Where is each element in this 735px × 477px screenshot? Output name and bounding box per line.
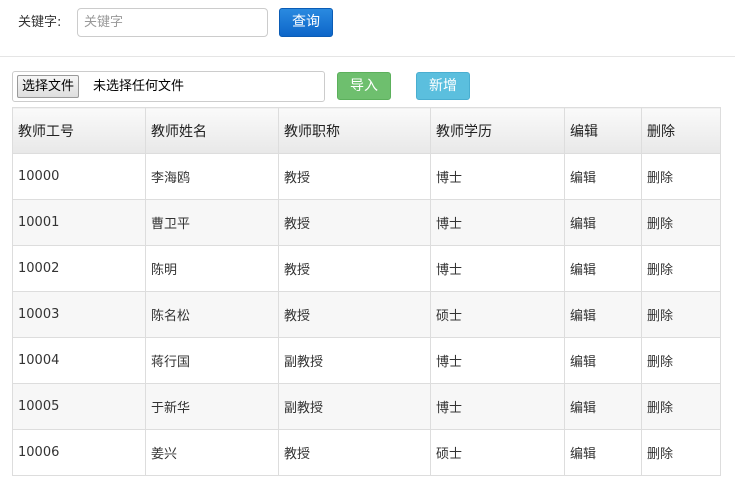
table-header-row: 教师工号 教师姓名 教师职称 教师学历 编辑 删除 <box>12 107 721 154</box>
delete-link[interactable]: 删除 <box>647 263 673 278</box>
delete-link[interactable]: 删除 <box>647 447 673 462</box>
teacher-id-cell: 10001 <box>12 199 146 246</box>
teacher-degree-cell: 博士 <box>430 245 565 292</box>
delete-cell: 删除 <box>641 245 721 292</box>
edit-link[interactable]: 编辑 <box>570 401 596 416</box>
table-row: 10000 李海鸥 教授 博士 编辑 删除 <box>12 153 721 200</box>
teacher-name-cell: 于新华 <box>145 383 279 430</box>
teacher-title-cell: 教授 <box>278 429 431 476</box>
teacher-id-cell: 10005 <box>12 383 146 430</box>
teacher-degree-cell: 硕士 <box>430 291 565 338</box>
file-status-text: 未选择任何文件 <box>93 79 185 94</box>
edit-cell: 编辑 <box>564 429 642 476</box>
edit-cell: 编辑 <box>564 383 642 430</box>
table-row: 10001 曹卫平 教授 博士 编辑 删除 <box>12 199 721 246</box>
teacher-name-cell: 姜兴 <box>145 429 279 476</box>
delete-link[interactable]: 删除 <box>647 309 673 324</box>
edit-cell: 编辑 <box>564 337 642 384</box>
delete-cell: 删除 <box>641 337 721 384</box>
header-teacher-name: 教师姓名 <box>145 107 279 154</box>
edit-link[interactable]: 编辑 <box>570 171 596 186</box>
query-button[interactable]: 查询 <box>279 8 333 37</box>
teacher-title-cell: 副教授 <box>278 383 431 430</box>
teacher-name-cell: 陈名松 <box>145 291 279 338</box>
table-row: 10004 蒋行国 副教授 博士 编辑 删除 <box>12 337 721 384</box>
table-row: 10005 于新华 副教授 博士 编辑 删除 <box>12 383 721 430</box>
teacher-degree-cell: 博士 <box>430 199 565 246</box>
header-delete: 删除 <box>641 107 721 154</box>
edit-link[interactable]: 编辑 <box>570 447 596 462</box>
delete-link[interactable]: 删除 <box>647 401 673 416</box>
edit-cell: 编辑 <box>564 153 642 200</box>
delete-cell: 删除 <box>641 383 721 430</box>
choose-file-button[interactable]: 选择文件 <box>17 75 80 98</box>
delete-link[interactable]: 删除 <box>647 171 673 186</box>
keyword-label: 关键字: <box>18 15 62 30</box>
add-button[interactable]: 新增 <box>416 72 470 100</box>
teacher-name-cell: 陈明 <box>145 245 279 292</box>
delete-cell: 删除 <box>641 291 721 338</box>
teacher-degree-cell: 博士 <box>430 383 565 430</box>
file-picker[interactable]: 选择文件 未选择任何文件 <box>12 71 325 102</box>
search-bar: 关键字: 查询 <box>0 0 735 57</box>
delete-link[interactable]: 删除 <box>647 217 673 232</box>
teacher-title-cell: 教授 <box>278 153 431 200</box>
teacher-table: 教师工号 教师姓名 教师职称 教师学历 编辑 删除 10000 李海鸥 教授 博士 编辑… <box>12 107 721 476</box>
teacher-id-cell: 10006 <box>12 429 146 476</box>
teacher-name-cell: 曹卫平 <box>145 199 279 246</box>
header-teacher-id: 教师工号 <box>12 107 146 154</box>
edit-link[interactable]: 编辑 <box>570 355 596 370</box>
table-row: 10002 陈明 教授 博士 编辑 删除 <box>12 245 721 292</box>
edit-cell: 编辑 <box>564 291 642 338</box>
delete-cell: 删除 <box>641 199 721 246</box>
table-row: 10006 姜兴 教授 硕士 编辑 删除 <box>12 429 721 476</box>
edit-link[interactable]: 编辑 <box>570 263 596 278</box>
delete-cell: 删除 <box>641 429 721 476</box>
teacher-id-cell: 10004 <box>12 337 146 384</box>
teacher-title-cell: 教授 <box>278 199 431 246</box>
teacher-title-cell: 副教授 <box>278 337 431 384</box>
teacher-degree-cell: 硕士 <box>430 429 565 476</box>
teacher-id-cell: 10000 <box>12 153 146 200</box>
edit-link[interactable]: 编辑 <box>570 217 596 232</box>
teacher-title-cell: 教授 <box>278 291 431 338</box>
teacher-degree-cell: 博士 <box>430 337 565 384</box>
table-row: 10003 陈名松 教授 硕士 编辑 删除 <box>12 291 721 338</box>
edit-link[interactable]: 编辑 <box>570 309 596 324</box>
header-teacher-title: 教师职称 <box>278 107 431 154</box>
import-button[interactable]: 导入 <box>337 72 391 100</box>
edit-cell: 编辑 <box>564 199 642 246</box>
teacher-id-cell: 10002 <box>12 245 146 292</box>
edit-cell: 编辑 <box>564 245 642 292</box>
teacher-title-cell: 教授 <box>278 245 431 292</box>
teacher-id-cell: 10003 <box>12 291 146 338</box>
delete-link[interactable]: 删除 <box>647 355 673 370</box>
teacher-name-cell: 蒋行国 <box>145 337 279 384</box>
teacher-name-cell: 李海鸥 <box>145 153 279 200</box>
header-teacher-degree: 教师学历 <box>430 107 565 154</box>
teacher-degree-cell: 博士 <box>430 153 565 200</box>
delete-cell: 删除 <box>641 153 721 200</box>
header-edit: 编辑 <box>564 107 642 154</box>
keyword-input[interactable] <box>77 8 268 37</box>
